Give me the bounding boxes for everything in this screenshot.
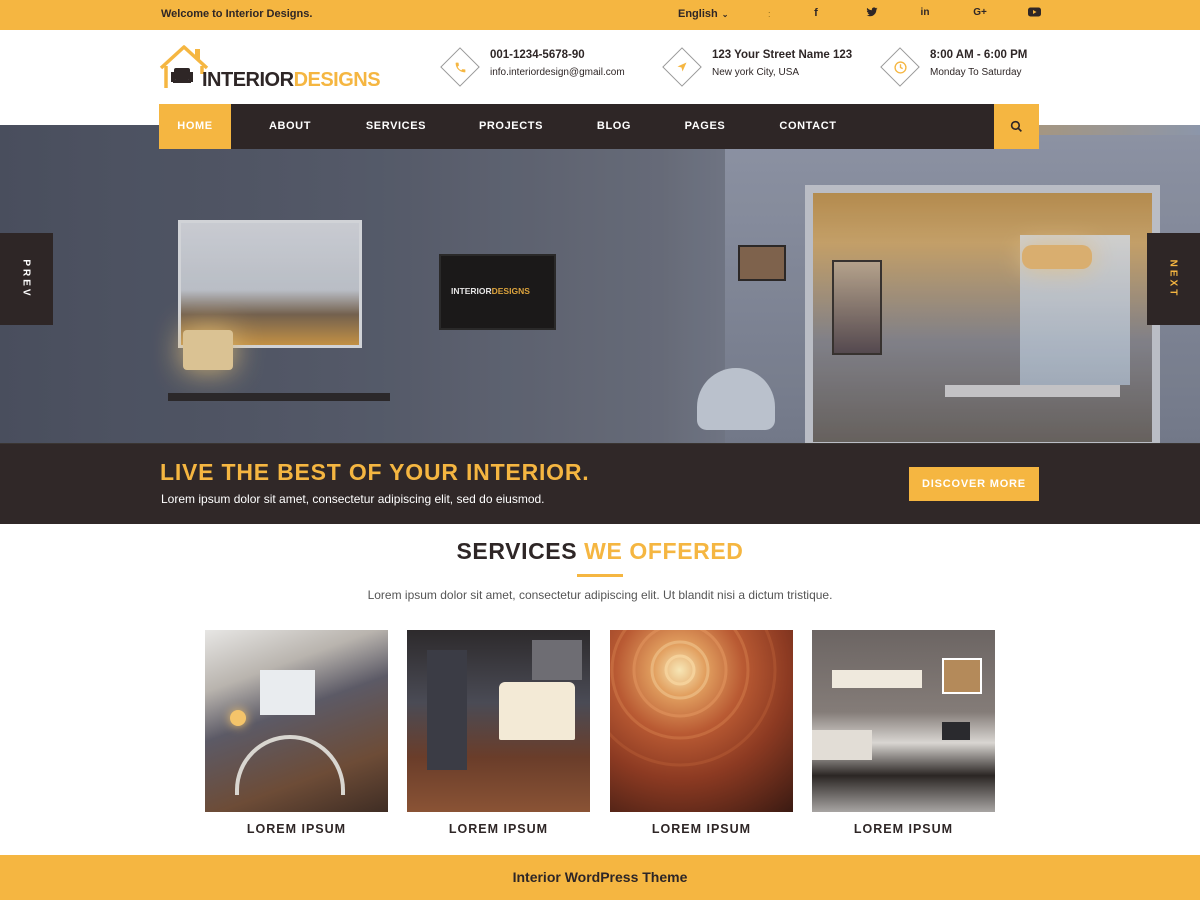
- services-heading-part1: SERVICES: [456, 538, 578, 564]
- logo-text-part2: DESIGNS: [293, 69, 381, 91]
- slider-prev-button[interactable]: PREV: [0, 233, 53, 325]
- hero-title: LIVE THE BEST OF YOUR INTERIOR.: [160, 459, 590, 485]
- facebook-icon[interactable]: f: [806, 7, 826, 23]
- service-card-label: LOREM IPSUM: [246, 822, 347, 836]
- welcome-text: Welcome to Interior Designs.: [161, 8, 313, 20]
- contact-phone-email: 001-1234-5678-90 info.interiordesign@gma…: [440, 47, 640, 87]
- service-card-label: LOREM IPSUM: [448, 822, 549, 836]
- address-line2: New york City, USA: [712, 67, 800, 78]
- image-shelf-detail: [532, 640, 582, 680]
- image-spiral-detail: [610, 630, 777, 767]
- services-subtitle: Lorem ipsum dolor sit amet, consectetur …: [367, 588, 833, 602]
- service-card-label: LOREM IPSUM: [853, 822, 954, 836]
- image-light-detail: [230, 710, 246, 726]
- nav-item-blog[interactable]: BLOG: [584, 104, 644, 149]
- services-heading-part2: WE OFFERED: [584, 538, 744, 564]
- site-logo[interactable]: INTERIORDESIGNS: [158, 44, 410, 94]
- image-bed-detail: [812, 730, 872, 760]
- next-label: NEXT: [1168, 259, 1179, 299]
- hero-caption: LIVE THE BEST OF YOUR INTERIOR. Lorem ip…: [0, 444, 1200, 524]
- chevron-down-icon: ⌄: [721, 10, 729, 19]
- youtube-icon[interactable]: [1024, 7, 1044, 23]
- twitter-icon[interactable]: [862, 7, 882, 23]
- nav-item-projects[interactable]: PROJECTS: [465, 104, 557, 149]
- image-cabinet-detail: [832, 670, 922, 688]
- service-card-image[interactable]: [610, 630, 793, 812]
- location-arrow-icon: [662, 47, 702, 87]
- hero-subtitle: Lorem ipsum dolor sit amet, consectetur …: [161, 492, 545, 506]
- services-heading: SERVICES WE OFFERED: [0, 538, 1200, 565]
- phone-number: 001-1234-5678-90: [490, 49, 585, 61]
- service-card-image[interactable]: [812, 630, 995, 812]
- image-lampshade-detail: [499, 682, 575, 740]
- nav-item-pages[interactable]: PAGES: [672, 104, 738, 149]
- language-selector[interactable]: English ⌄: [678, 8, 728, 20]
- clock-icon: [880, 47, 920, 87]
- discover-more-button[interactable]: DISCOVER MORE: [909, 467, 1039, 501]
- phone-icon: [440, 47, 480, 87]
- slider-next-button[interactable]: NEXT: [1147, 233, 1200, 325]
- service-card-label: LOREM IPSUM: [651, 822, 752, 836]
- image-window-detail: [260, 670, 315, 715]
- logo-text-part1: INTERIOR: [202, 69, 294, 91]
- google-plus-icon[interactable]: G+: [970, 7, 990, 23]
- business-days: Monday To Saturday: [930, 67, 1022, 78]
- email-address[interactable]: info.interiordesign@gmail.com: [490, 67, 625, 78]
- logo-text: INTERIORDESIGNS: [202, 69, 381, 92]
- topbar-divider: :: [768, 9, 771, 19]
- heading-underline: [577, 574, 623, 577]
- nav-item-about[interactable]: ABOUT: [251, 104, 329, 149]
- footer-text: Interior WordPress Theme: [512, 869, 688, 885]
- nav-item-services[interactable]: SERVICES: [351, 104, 441, 149]
- language-label: English: [678, 8, 718, 20]
- top-bar: Welcome to Interior Designs. English ⌄ : …: [0, 0, 1200, 30]
- contact-hours: 8:00 AM - 6:00 PM Monday To Saturday: [880, 47, 1050, 87]
- linkedin-icon[interactable]: in: [915, 7, 935, 23]
- image-staircase-detail: [235, 735, 345, 795]
- footer: Interior WordPress Theme: [0, 855, 1200, 900]
- business-hours: 8:00 AM - 6:00 PM: [930, 49, 1028, 61]
- image-horse-painting-detail: [942, 658, 982, 694]
- prev-label: PREV: [21, 259, 32, 299]
- service-card-image[interactable]: [205, 630, 388, 812]
- search-button[interactable]: [994, 104, 1039, 149]
- main-navigation: HOME ABOUT SERVICES PROJECTS BLOG PAGES …: [159, 104, 1039, 149]
- search-icon: [1010, 120, 1022, 132]
- nav-item-home[interactable]: HOME: [159, 104, 231, 149]
- image-doorway-detail: [427, 650, 467, 770]
- address-line1: 123 Your Street Name 123: [712, 49, 853, 61]
- image-monitor-detail: [942, 722, 970, 740]
- nav-item-contact[interactable]: CONTACT: [767, 104, 849, 149]
- service-card-image[interactable]: [407, 630, 590, 812]
- contact-address: 123 Your Street Name 123 New york City, …: [662, 47, 862, 87]
